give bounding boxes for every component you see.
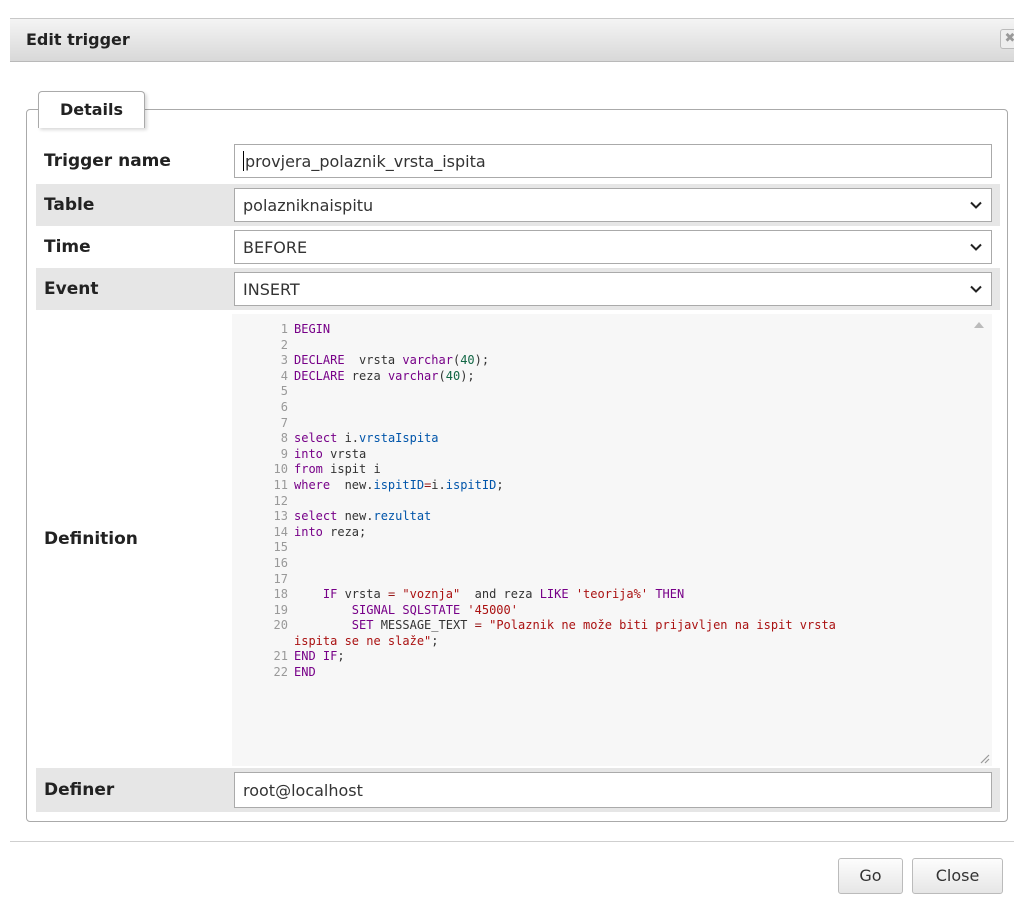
code-line: 22 END <box>232 665 964 681</box>
definition-row: Definition 1 BEGIN 2 3 DECLARE vrsta varchar… <box>36 310 1000 768</box>
line-number: 11 <box>273 477 288 492</box>
line-number: 15 <box>273 540 288 555</box>
event-select-value: INSERT <box>243 279 300 299</box>
code-line: ispita se ne slaže"; <box>232 634 964 650</box>
line-code: END IF; <box>294 649 345 664</box>
line-code: SET MESSAGE_TEXT = "Polaznik ne može bit… <box>351 618 836 633</box>
line-number: 7 <box>280 415 288 430</box>
line-code: SIGNAL SQLSTATE '45000' <box>351 602 518 617</box>
code-line: 9 into vrsta <box>232 447 964 463</box>
details-legend: Details <box>38 91 145 128</box>
table-select[interactable]: polazniknaispitu <box>234 188 992 222</box>
code-line: 11 where new.ispitID=i.ispitID; <box>232 478 964 494</box>
line-code: into vrsta <box>294 446 367 461</box>
code-line: 7 <box>232 416 964 432</box>
time-row: Time BEFORE <box>36 226 1000 268</box>
line-number <box>232 634 294 650</box>
line-code: into reza; <box>294 524 367 539</box>
line-code: END <box>294 665 316 680</box>
line-number: 13 <box>273 509 288 524</box>
line-number: 22 <box>273 665 288 680</box>
line-number: 8 <box>280 431 288 446</box>
chevron-down-icon <box>970 243 982 251</box>
code-line: 20 SET MESSAGE_TEXT = "Polaznik ne može … <box>232 618 964 634</box>
table-row: Table polazniknaispitu <box>36 184 1000 226</box>
definer-input[interactable]: root@localhost <box>234 772 992 808</box>
dialog-titlebar: Edit trigger ✖ <box>10 18 1014 62</box>
line-number: 5 <box>280 384 288 399</box>
definer-value: root@localhost <box>243 780 363 800</box>
definition-label: Definition <box>44 529 138 549</box>
code-line: 18 IF vrsta = "voznja" and reza LIKE 'te… <box>232 587 964 603</box>
code-line: 8 select i.vrstaIspita <box>232 431 964 447</box>
code-line: 10 from ispit i <box>232 462 964 478</box>
line-number: 2 <box>280 337 288 352</box>
time-select[interactable]: BEFORE <box>234 230 992 264</box>
code-line: 16 <box>232 556 964 572</box>
line-number: 4 <box>280 368 288 383</box>
line-number: 16 <box>273 555 288 570</box>
code-line: 13 select new.rezultat <box>232 509 964 525</box>
code-line: 1 BEGIN <box>232 322 964 338</box>
code-line: 19 SIGNAL SQLSTATE '45000' <box>232 603 964 619</box>
time-select-value: BEFORE <box>243 237 308 257</box>
resize-handle-icon[interactable] <box>978 752 990 764</box>
table-label: Table <box>44 195 95 215</box>
event-select[interactable]: INSERT <box>234 272 992 306</box>
line-code: IF vrsta = "voznja" and reza LIKE 'teori… <box>322 587 685 602</box>
line-number: 3 <box>280 353 288 368</box>
line-number: 6 <box>280 399 288 414</box>
line-number: 20 <box>273 618 288 633</box>
definition-code-editor[interactable]: 1 BEGIN 2 3 DECLARE vrsta varchar(40); 4 DECLA… <box>232 314 992 766</box>
trigger-name-input[interactable]: provjera_polaznik_vrsta_ispita <box>234 144 992 178</box>
definer-row: Definer root@localhost <box>36 768 1000 812</box>
code-line: 12 <box>232 494 964 510</box>
chevron-down-icon <box>970 285 982 293</box>
line-code: DECLARE reza varchar(40); <box>294 368 475 383</box>
line-number: 18 <box>273 587 288 602</box>
dialog-title: Edit trigger <box>26 30 130 49</box>
close-icon[interactable]: ✖ <box>1000 29 1014 49</box>
code-line: 14 into reza; <box>232 525 964 541</box>
line-code: select i.vrstaIspita <box>294 431 439 446</box>
code-line: 5 <box>232 384 964 400</box>
line-code: select new.rezultat <box>294 509 432 524</box>
line-number: 12 <box>273 493 288 508</box>
line-code: from ispit i <box>294 462 381 477</box>
event-row: Event INSERT <box>36 268 1000 310</box>
code-line: 2 <box>232 338 964 354</box>
line-number: 19 <box>273 602 288 617</box>
trigger-name-row: Trigger name provjera_polaznik_vrsta_isp… <box>36 140 1000 182</box>
line-number: 14 <box>273 524 288 539</box>
line-code: DECLARE vrsta varchar(40); <box>294 353 490 368</box>
text-caret <box>243 151 244 171</box>
event-label: Event <box>44 279 99 299</box>
line-number: 1 <box>280 322 288 336</box>
footer-divider <box>10 841 1014 842</box>
line-number: 21 <box>273 649 288 664</box>
line-number: 17 <box>273 571 288 586</box>
line-code: BEGIN <box>294 322 331 336</box>
line-number: 10 <box>273 462 288 477</box>
code-line: 17 <box>232 572 964 588</box>
close-button[interactable]: Close <box>912 858 1003 894</box>
time-label: Time <box>44 237 91 257</box>
definer-label: Definer <box>44 780 115 800</box>
chevron-down-icon <box>970 201 982 209</box>
code-line: 4 DECLARE reza varchar(40); <box>232 369 964 385</box>
code-lines: 1 BEGIN 2 3 DECLARE vrsta varchar(40); 4 DECLA… <box>232 322 964 681</box>
code-line: 15 <box>232 540 964 556</box>
line-code: ispita se ne slaže"; <box>294 633 439 648</box>
go-button[interactable]: Go <box>838 858 903 894</box>
table-select-value: polazniknaispitu <box>243 195 374 215</box>
line-code: where new.ispitID=i.ispitID; <box>294 477 504 492</box>
line-number: 9 <box>280 446 288 461</box>
scroll-up-icon[interactable] <box>974 322 984 328</box>
code-line: 21 END IF; <box>232 649 964 665</box>
trigger-name-label: Trigger name <box>44 151 171 171</box>
code-line: 6 <box>232 400 964 416</box>
code-line: 3 DECLARE vrsta varchar(40); <box>232 353 964 369</box>
trigger-name-value: provjera_polaznik_vrsta_ispita <box>245 151 486 171</box>
